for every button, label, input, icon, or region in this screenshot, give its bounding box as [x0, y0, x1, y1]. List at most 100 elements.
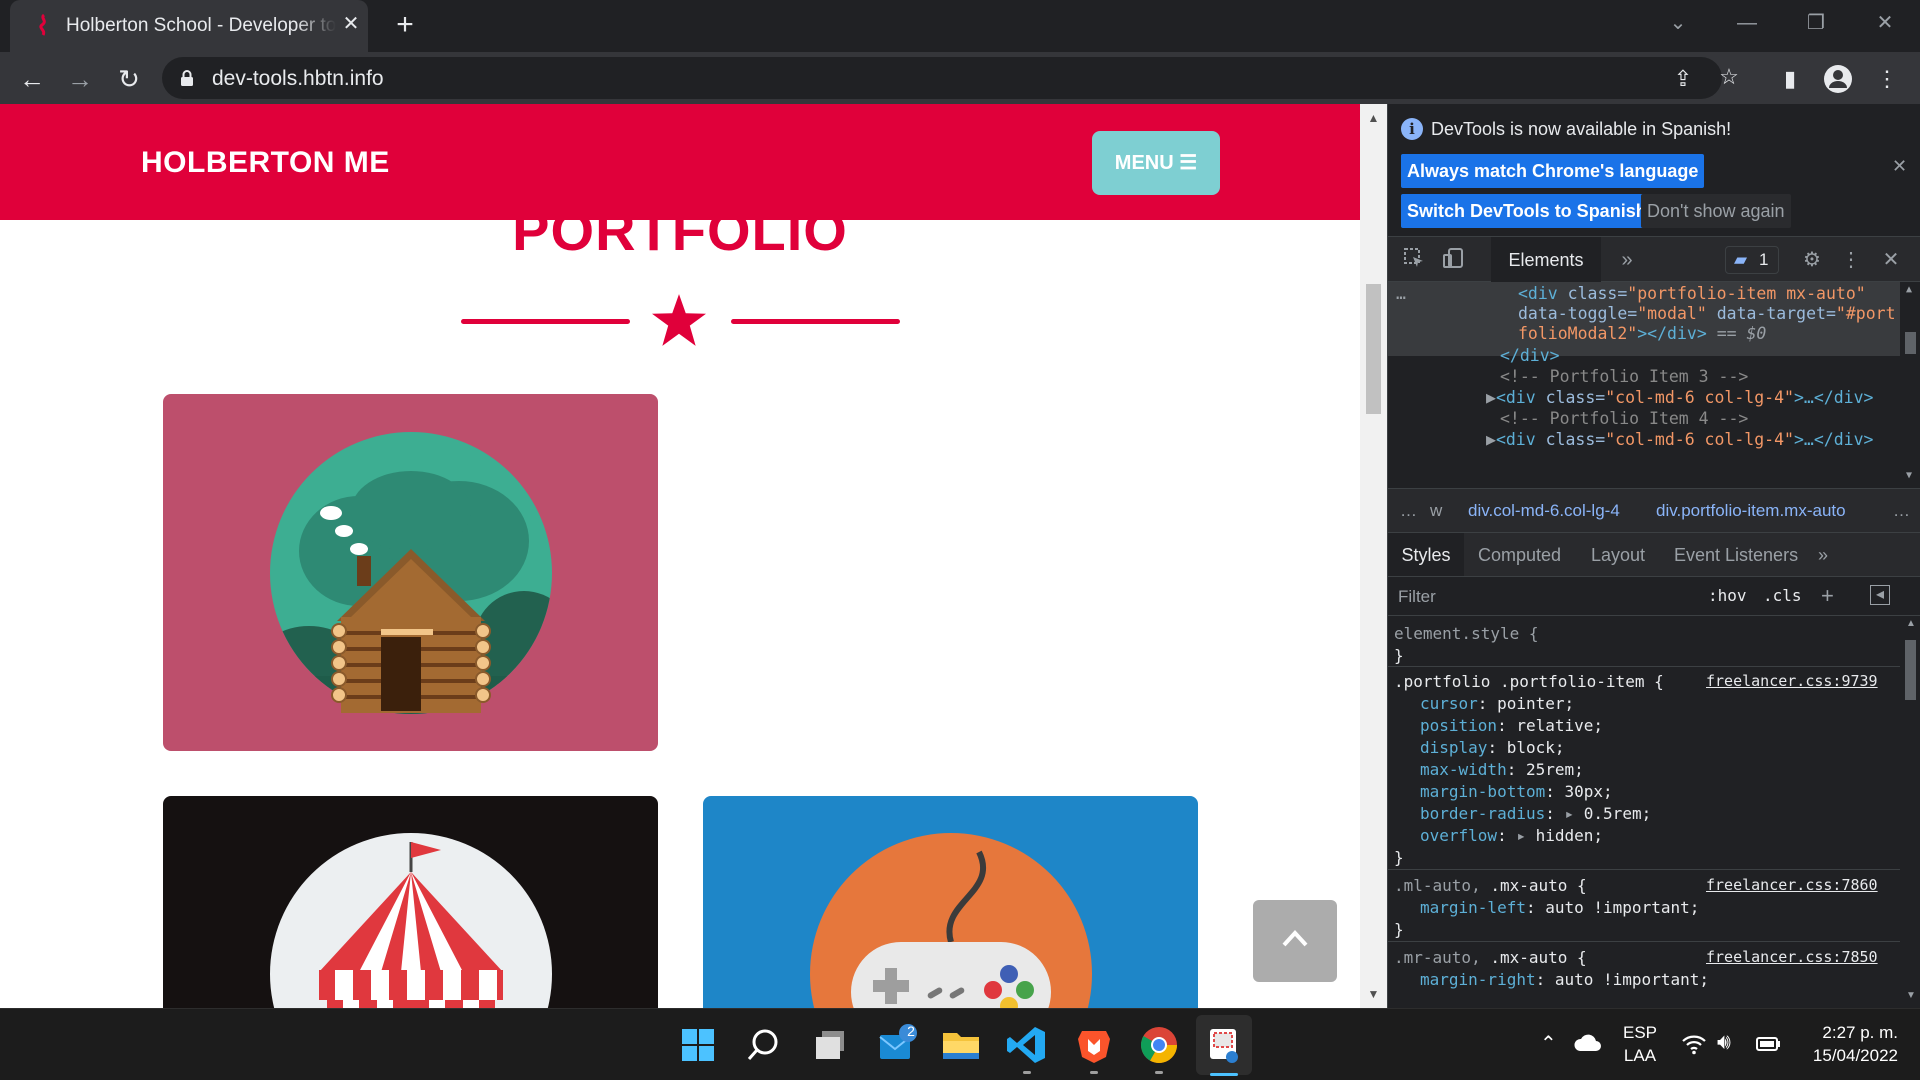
- tab-close-icon[interactable]: ✕: [340, 13, 362, 35]
- inspect-element-icon[interactable]: [1401, 247, 1427, 273]
- rule-selector[interactable]: .mr-auto, .mx-auto {: [1394, 948, 1587, 967]
- restore-icon[interactable]: ❐: [1796, 8, 1836, 38]
- page-scroll-thumb[interactable]: [1366, 284, 1381, 414]
- portfolio-item-circus[interactable]: [163, 796, 658, 1008]
- styles-filter-input[interactable]: Filter: [1392, 583, 1692, 611]
- onedrive-cloud-icon[interactable]: [1573, 1033, 1603, 1053]
- breadcrumb-item[interactable]: div.portfolio-item.mx-auto: [1656, 501, 1846, 521]
- file-explorer-icon[interactable]: [939, 1023, 983, 1067]
- dom-comment[interactable]: <!-- Portfolio Item 4 -->: [1500, 409, 1748, 428]
- windows-start-icon[interactable]: [676, 1023, 720, 1067]
- new-tab-icon[interactable]: +: [390, 10, 420, 40]
- brave-browser-icon[interactable]: [1072, 1023, 1116, 1067]
- new-style-rule-icon[interactable]: +: [1821, 583, 1834, 609]
- device-toolbar-icon[interactable]: [1440, 247, 1466, 273]
- chrome-icon[interactable]: [1137, 1023, 1181, 1067]
- devtools-menu-icon[interactable]: ⋮: [1838, 247, 1864, 273]
- dom-line[interactable]: <div class="portfolio-item mx-auto": [1518, 284, 1866, 303]
- settings-gear-icon[interactable]: ⚙: [1799, 247, 1825, 273]
- style-property[interactable]: display: block;: [1420, 738, 1565, 757]
- volume-icon[interactable]: 🔊︎: [1717, 1029, 1731, 1055]
- portfolio-item-cabin[interactable]: [163, 394, 658, 751]
- chrome-menu-icon[interactable]: ⋮: [1872, 64, 1902, 94]
- style-property[interactable]: overflow: ▸ hidden;: [1420, 826, 1603, 845]
- subtab-event-listeners[interactable]: Event Listeners: [1674, 533, 1798, 577]
- clock-date[interactable]: 15/04/2022: [1813, 1046, 1898, 1066]
- style-property[interactable]: position: relative;: [1420, 716, 1603, 735]
- profile-avatar-icon[interactable]: [1823, 64, 1853, 94]
- issues-counter-button[interactable]: ▰ 1: [1725, 246, 1779, 274]
- style-property[interactable]: margin-bottom: 30px;: [1420, 782, 1613, 801]
- reload-icon[interactable]: ↻: [112, 62, 146, 96]
- element-style-selector[interactable]: element.style {: [1394, 624, 1539, 643]
- rule-selector[interactable]: .ml-auto, .mx-auto {: [1394, 876, 1587, 895]
- battery-icon[interactable]: [1753, 1035, 1781, 1053]
- subtab-styles[interactable]: Styles: [1388, 533, 1464, 577]
- tray-overflow-chevron-icon[interactable]: ⌃: [1540, 1031, 1557, 1056]
- input-layout[interactable]: LAA: [1620, 1046, 1660, 1066]
- site-brand[interactable]: HOLBERTON ME: [141, 146, 390, 180]
- dom-comment[interactable]: <!-- Portfolio Item 3 -->: [1500, 367, 1748, 386]
- breadcrumb-partial[interactable]: w: [1430, 501, 1442, 521]
- side-panel-icon[interactable]: ▮: [1775, 64, 1805, 94]
- scroll-to-top-button[interactable]: [1253, 900, 1337, 982]
- breadcrumb-overflow-icon[interactable]: …: [1400, 501, 1417, 521]
- browser-tab[interactable]: Holberton School - Developer tools ✕: [10, 0, 368, 52]
- dont-show-again-button[interactable]: Don't show again: [1641, 194, 1791, 228]
- window-close-icon[interactable]: ✕: [1865, 8, 1905, 38]
- tab-elements[interactable]: Elements: [1491, 237, 1601, 283]
- switch-to-spanish-button[interactable]: Switch DevTools to Spanish: [1401, 194, 1653, 228]
- breadcrumb-overflow-icon[interactable]: …: [1893, 501, 1910, 521]
- more-tabs-chevron-icon[interactable]: »: [1614, 247, 1640, 273]
- snipping-tool-icon[interactable]: [1202, 1023, 1246, 1067]
- share-icon[interactable]: ⇪: [1670, 66, 1696, 92]
- running-indicator: [1155, 1071, 1163, 1074]
- bookmark-star-icon[interactable]: ☆: [1714, 62, 1744, 92]
- rule-selector[interactable]: .portfolio .portfolio-item {: [1394, 672, 1664, 691]
- omnibox[interactable]: dev-tools.hbtn.info ⇪: [162, 57, 1722, 99]
- wifi-icon[interactable]: [1681, 1033, 1707, 1055]
- back-icon[interactable]: ←: [15, 62, 49, 96]
- dom-line[interactable]: folioModal2"></div> == $0: [1518, 324, 1766, 343]
- expand-triangle-icon: ▸: [1564, 804, 1575, 823]
- subtab-layout[interactable]: Layout: [1591, 533, 1645, 577]
- dom-line[interactable]: </div>: [1500, 346, 1560, 365]
- page-scrollbar[interactable]: ▲ ▼: [1360, 104, 1387, 1008]
- hov-toggle[interactable]: :hov: [1708, 586, 1747, 605]
- dom-line[interactable]: ▶<div class="col-md-6 col-lg-4">…</div>: [1486, 388, 1873, 407]
- forward-icon[interactable]: →: [63, 62, 97, 96]
- task-view-icon[interactable]: [808, 1023, 852, 1067]
- devtools-close-icon[interactable]: ✕: [1878, 247, 1904, 273]
- style-property[interactable]: border-radius: ▸ 0.5rem;: [1420, 804, 1651, 823]
- scroll-up-arrow-icon[interactable]: ▲: [1360, 108, 1387, 128]
- more-subtabs-chevron-icon[interactable]: »: [1818, 533, 1828, 577]
- dom-line[interactable]: data-toggle="modal" data-target="#port: [1518, 304, 1896, 323]
- portfolio-item-game[interactable]: [703, 796, 1198, 1008]
- clock-time[interactable]: 2:27 p. m.: [1822, 1023, 1898, 1043]
- always-match-language-button[interactable]: Always match Chrome's language: [1401, 154, 1705, 188]
- scroll-down-arrow-icon[interactable]: ▼: [1360, 984, 1387, 1004]
- style-property[interactable]: cursor: pointer;: [1420, 694, 1574, 713]
- rule-source-link[interactable]: freelancer.css:7850: [1706, 948, 1878, 966]
- search-icon[interactable]: [741, 1023, 785, 1067]
- minimize-icon[interactable]: —: [1727, 8, 1767, 38]
- style-property[interactable]: margin-right: auto !important;: [1420, 970, 1709, 989]
- cls-toggle[interactable]: .cls: [1763, 586, 1802, 605]
- vscode-icon[interactable]: [1005, 1023, 1049, 1067]
- toggle-sidebar-icon[interactable]: ◂: [1870, 585, 1890, 605]
- tab-search-chevron-icon[interactable]: ⌄: [1658, 8, 1698, 38]
- style-property[interactable]: max-width: 25rem;: [1420, 760, 1584, 779]
- style-property[interactable]: margin-left: auto !important;: [1420, 898, 1699, 917]
- dom-line[interactable]: ▶<div class="col-md-6 col-lg-4">…</div>: [1486, 430, 1873, 449]
- input-language[interactable]: ESP: [1620, 1023, 1660, 1043]
- subtab-computed[interactable]: Computed: [1478, 533, 1561, 577]
- dom-ellipsis-icon[interactable]: …: [1396, 284, 1406, 303]
- rule-source-link[interactable]: freelancer.css:7860: [1706, 876, 1878, 894]
- dom-scrollbar[interactable]: ▲ ▼: [1900, 282, 1920, 488]
- infobar-close-icon[interactable]: ✕: [1892, 156, 1907, 177]
- breadcrumb-item[interactable]: div.col-md-6.col-lg-4: [1468, 501, 1620, 521]
- rule-source-link[interactable]: freelancer.css:9739: [1706, 672, 1878, 690]
- styles-scrollbar[interactable]: ▲ ▼: [1900, 616, 1920, 1008]
- address-toolbar: ← → ↻ dev-tools.hbtn.info ⇪ ☆ ▮ ⋮: [0, 52, 1920, 104]
- menu-button[interactable]: MENU ☰: [1092, 131, 1220, 195]
